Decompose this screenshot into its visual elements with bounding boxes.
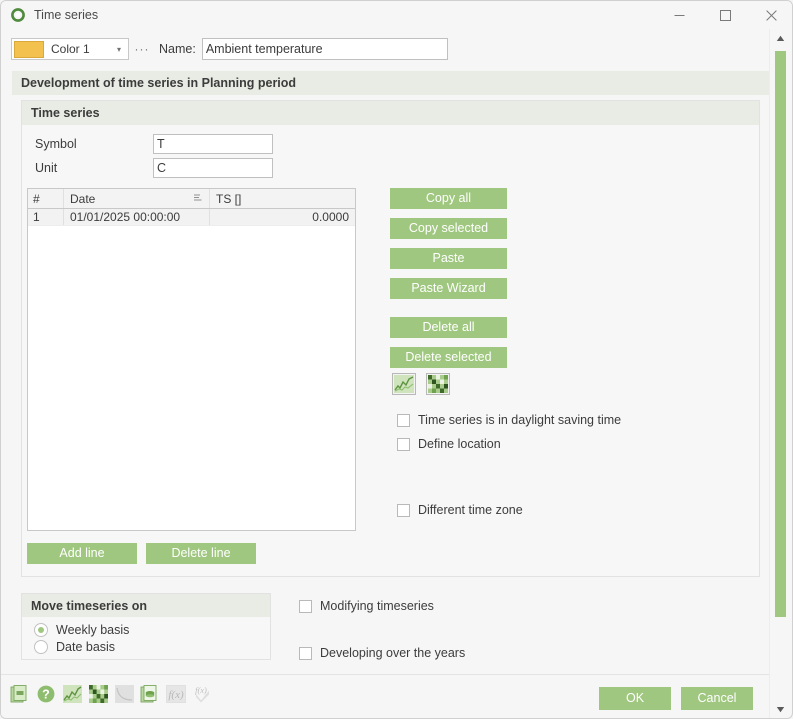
column-header-ts[interactable]: TS [] xyxy=(210,189,355,208)
date-basis-radio-row[interactable]: Date basis xyxy=(34,640,115,654)
developing-over-years-checkbox[interactable] xyxy=(299,646,312,660)
copy-all-button[interactable]: Copy all xyxy=(390,188,507,209)
line-chart-icon[interactable] xyxy=(61,683,83,705)
developing-over-years-checkbox-row[interactable]: Developing over the years xyxy=(299,646,465,660)
modifying-timeseries-checkbox[interactable] xyxy=(299,599,312,613)
add-line-button[interactable]: Add line xyxy=(27,543,137,564)
color-select-value: Color 1 xyxy=(51,42,90,56)
paste-wizard-button[interactable]: Paste Wizard xyxy=(390,278,507,299)
color-select[interactable]: Color 1 ▾ xyxy=(11,38,129,60)
unit-label: Unit xyxy=(35,161,58,175)
column-header-index[interactable]: # xyxy=(28,189,64,208)
svg-text:f(x): f(x) xyxy=(195,685,207,695)
section-header-label: Development of time series in Planning p… xyxy=(21,76,297,90)
ring-icon xyxy=(10,7,26,23)
name-label: Name: xyxy=(159,42,196,56)
copy-selected-button[interactable]: Copy selected xyxy=(390,218,507,239)
minimize-icon[interactable] xyxy=(656,1,702,29)
function-fx-icon: f(x) xyxy=(165,683,187,705)
vertical-scrollbar[interactable] xyxy=(769,29,791,718)
daylight-saving-checkbox-row[interactable]: Time series is in daylight saving time xyxy=(397,413,621,427)
weekly-basis-label: Weekly basis xyxy=(56,623,130,637)
weekly-basis-radio[interactable] xyxy=(34,623,48,637)
dialog-actions: OK Cancel xyxy=(599,687,753,710)
color-more-options-button[interactable]: ··· xyxy=(134,42,150,56)
heatmap-grid-icon[interactable] xyxy=(87,683,109,705)
scroll-up-arrow-icon[interactable] xyxy=(770,29,791,47)
different-time-zone-checkbox[interactable] xyxy=(397,503,410,517)
time-series-dialog: Time series Color 1 ▾ ··· Name: Developm… xyxy=(0,0,793,719)
sort-ascending-icon[interactable] xyxy=(192,192,203,206)
unit-field-row: Unit xyxy=(35,158,273,178)
maximize-icon[interactable] xyxy=(702,1,748,29)
cell-value[interactable]: 0.0000 xyxy=(210,209,355,225)
modifying-timeseries-checkbox-row[interactable]: Modifying timeseries xyxy=(299,599,434,613)
heatmap-icon-button[interactable] xyxy=(426,373,450,395)
symbol-input[interactable] xyxy=(153,134,273,154)
date-basis-label: Date basis xyxy=(56,640,116,654)
cell-index: 1 xyxy=(28,209,64,225)
different-time-zone-label: Different time zone xyxy=(418,503,523,517)
table-header-row: # Date TS [] xyxy=(28,189,355,209)
table-body: 1 01/01/2025 00:00:00 0.0000 xyxy=(28,209,355,226)
help-question-icon[interactable]: ? xyxy=(35,683,57,705)
curve-decay-icon xyxy=(113,683,135,705)
copy-document-icon[interactable] xyxy=(9,683,31,705)
bottom-toolbar: ? f(x) f(x) xyxy=(9,683,213,705)
move-timeseries-group: Move timeseries on Weekly basis Date bas… xyxy=(21,593,271,660)
clipboard-buttons: Copy all Copy selected Paste Paste Wizar… xyxy=(390,188,507,377)
unit-input[interactable] xyxy=(153,158,273,178)
bottom-bar: ? f(x) f(x) OK Cancel xyxy=(1,675,771,718)
color-swatch xyxy=(14,40,44,58)
time-series-group: Time series Symbol Unit # Date xyxy=(21,100,760,577)
delete-selected-button[interactable]: Delete selected xyxy=(390,347,507,368)
weekly-basis-radio-row[interactable]: Weekly basis xyxy=(34,623,129,637)
modifying-timeseries-label: Modifying timeseries xyxy=(320,599,434,613)
scroll-down-arrow-icon[interactable] xyxy=(770,700,791,718)
color-name-row: Color 1 ▾ ··· Name: xyxy=(1,29,771,69)
define-location-label: Define location xyxy=(418,437,501,451)
window-controls xyxy=(656,1,792,29)
line-buttons: Add line Delete line xyxy=(27,543,256,564)
title-bar: Time series xyxy=(1,1,792,29)
cell-date[interactable]: 01/01/2025 00:00:00 xyxy=(64,209,210,225)
chevron-down-icon[interactable]: ▾ xyxy=(117,45,121,54)
time-series-group-header: Time series xyxy=(22,101,759,125)
different-time-zone-checkbox-row[interactable]: Different time zone xyxy=(397,503,523,517)
symbol-field-row: Symbol xyxy=(35,134,273,154)
column-header-date[interactable]: Date xyxy=(64,189,210,208)
name-input[interactable] xyxy=(201,38,448,60)
svg-text:?: ? xyxy=(42,688,50,702)
daylight-saving-label: Time series is in daylight saving time xyxy=(418,413,622,427)
time-series-table[interactable]: # Date TS [] 1 01/01/2025 00:00:00 0.000… xyxy=(27,188,356,531)
daylight-saving-checkbox[interactable] xyxy=(397,413,410,427)
svg-text:f(x): f(x) xyxy=(168,689,184,701)
delete-line-button[interactable]: Delete line xyxy=(146,543,256,564)
move-timeseries-header-label: Move timeseries on xyxy=(31,598,148,613)
cancel-button[interactable]: Cancel xyxy=(681,687,753,710)
ok-button[interactable]: OK xyxy=(599,687,671,710)
paste-button[interactable]: Paste xyxy=(390,248,507,269)
date-basis-radio[interactable] xyxy=(34,640,48,654)
scroll-thumb[interactable] xyxy=(775,51,786,617)
developing-over-years-label: Developing over the years xyxy=(320,646,466,660)
symbol-label: Symbol xyxy=(35,137,77,151)
window-title: Time series xyxy=(34,8,99,22)
column-header-date-label: Date xyxy=(70,191,96,206)
time-series-group-label: Time series xyxy=(31,106,100,120)
button-spacer xyxy=(390,308,507,317)
define-location-checkbox-row[interactable]: Define location xyxy=(397,437,501,451)
delete-all-button[interactable]: Delete all xyxy=(390,317,507,338)
close-icon[interactable] xyxy=(748,1,792,29)
line-chart-icon-button[interactable] xyxy=(392,373,416,395)
section-header: Development of time series in Planning p… xyxy=(12,71,769,95)
table-row[interactable]: 1 01/01/2025 00:00:00 0.0000 xyxy=(28,209,355,226)
define-location-checkbox[interactable] xyxy=(397,437,410,451)
move-timeseries-header: Move timeseries on xyxy=(22,594,270,617)
view-icon-buttons xyxy=(392,373,450,395)
database-document-icon[interactable] xyxy=(139,683,161,705)
function-fx-check-icon: f(x) xyxy=(191,683,213,705)
